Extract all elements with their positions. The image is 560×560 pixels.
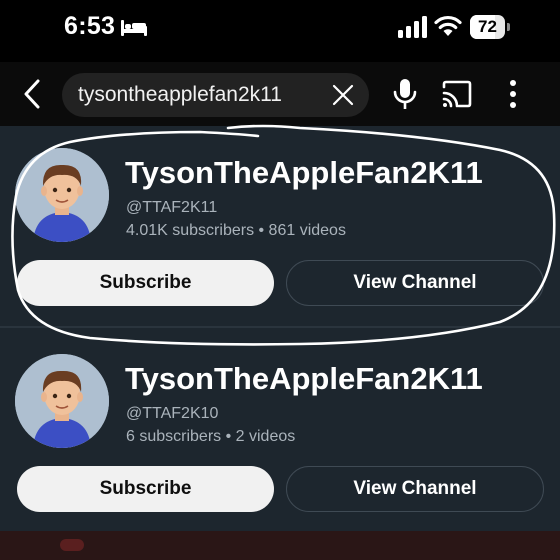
close-icon[interactable]: [331, 83, 355, 107]
chevron-left-icon: [24, 79, 40, 109]
view-channel-button[interactable]: View Channel: [286, 466, 544, 512]
subscribe-button[interactable]: Subscribe: [17, 466, 274, 512]
search-input[interactable]: tysontheapplefan2k11: [78, 73, 318, 117]
cast-icon[interactable]: [442, 79, 472, 109]
view-channel-button[interactable]: View Channel: [286, 260, 544, 306]
channel-result[interactable]: TysonTheAppleFan2K11 @TTAF2K11 4.01K sub…: [0, 126, 560, 328]
search-app-bar: tysontheapplefan2k11: [0, 62, 560, 126]
channel-stats: 4.01K subscribers • 861 videos: [126, 222, 346, 239]
channel-avatar[interactable]: [15, 354, 109, 448]
result-divider: [0, 326, 560, 328]
channel-handle: @TTAF2K11: [126, 199, 218, 216]
battery-indicator: 72: [470, 15, 510, 39]
microphone-icon[interactable]: [392, 78, 418, 110]
wifi-icon: [434, 15, 462, 36]
next-result-preview: [0, 531, 560, 560]
search-box[interactable]: tysontheapplefan2k11: [62, 73, 369, 117]
channel-result[interactable]: TysonTheAppleFan2K11 @TTAF2K10 6 subscri…: [0, 332, 560, 532]
channel-stats: 6 subscribers • 2 videos: [126, 428, 296, 445]
partial-thumbnail: [60, 539, 84, 551]
memoji-avatar-icon: [15, 148, 109, 242]
battery-cap: [507, 23, 510, 31]
search-results: TysonTheAppleFan2K11 @TTAF2K11 4.01K sub…: [0, 126, 560, 560]
channel-handle: @TTAF2K10: [126, 405, 219, 422]
memoji-avatar-icon: [15, 354, 109, 448]
cellular-signal-icon: [398, 16, 427, 38]
bed-icon: [121, 20, 147, 36]
channel-name[interactable]: TysonTheAppleFan2K11: [125, 155, 483, 191]
back-button[interactable]: [14, 74, 50, 114]
channel-avatar[interactable]: [15, 148, 109, 242]
status-time: 6:53: [64, 12, 116, 40]
channel-name[interactable]: TysonTheAppleFan2K11: [125, 361, 483, 397]
more-vertical-icon[interactable]: [505, 78, 521, 110]
subscribe-button[interactable]: Subscribe: [17, 260, 274, 306]
battery-level: 72: [478, 17, 497, 36]
status-bar: 6:53 72: [0, 0, 560, 62]
